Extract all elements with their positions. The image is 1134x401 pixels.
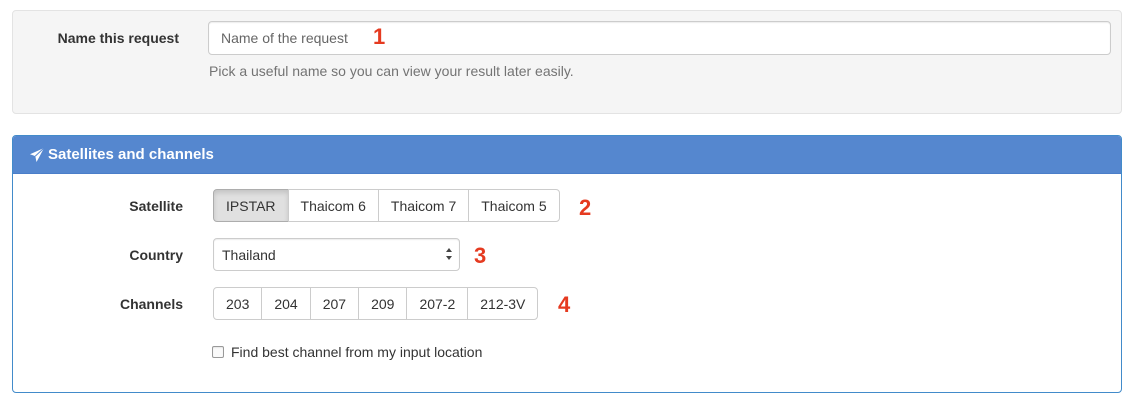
channels-label: Channels	[119, 296, 183, 312]
satellite-button-group: IPSTAR Thaicom 6 Thaicom 7 Thaicom 5	[213, 189, 560, 222]
annotation-marker-2: 2	[579, 195, 592, 220]
channels-button-group: 203 204 207 209 207-2 212-3V	[213, 287, 539, 320]
satellite-label: Satellite	[129, 198, 183, 214]
request-name-label: Name this request	[57, 30, 179, 46]
satellite-option-thaicom-6[interactable]: Thaicom 6	[287, 189, 379, 222]
annotation-marker-4: 4	[558, 292, 571, 317]
panel-heading: Satellites and channels	[13, 136, 1121, 174]
best-channel-checkbox[interactable]	[212, 346, 224, 358]
request-name-well: Name this request Pick a useful name so …	[12, 10, 1122, 114]
satellites-panel: Satellites and channels Satellite IPSTAR…	[12, 135, 1122, 393]
country-label: Country	[129, 247, 183, 263]
channel-option-204[interactable]: 204	[261, 287, 311, 320]
satellite-option-thaicom-5[interactable]: Thaicom 5	[468, 189, 560, 222]
satellite-option-thaicom-7[interactable]: Thaicom 7	[377, 189, 470, 222]
annotation-marker-3: 3	[474, 243, 487, 268]
channel-option-203[interactable]: 203	[213, 287, 263, 320]
paper-plane-icon	[29, 147, 45, 163]
panel-title: Satellites and channels	[48, 146, 214, 163]
country-select-value: Thailand	[222, 246, 276, 263]
select-arrows-icon	[445, 247, 453, 261]
request-name-input[interactable]	[208, 21, 1111, 55]
annotation-marker-1: 1	[373, 24, 386, 49]
country-select[interactable]: Thailand	[213, 238, 460, 271]
channel-option-207-2[interactable]: 207-2	[406, 287, 469, 320]
satellite-option-ipstar[interactable]: IPSTAR	[213, 189, 289, 222]
channel-option-207[interactable]: 207	[309, 287, 360, 320]
best-channel-checkbox-row[interactable]: Find best channel from my input location	[212, 344, 482, 360]
channel-option-212-3v[interactable]: 212-3V	[467, 287, 539, 320]
best-channel-checkbox-label: Find best channel from my input location	[231, 344, 483, 360]
request-name-help-text: Pick a useful name so you can view your …	[209, 63, 574, 79]
channel-option-209[interactable]: 209	[358, 287, 408, 320]
